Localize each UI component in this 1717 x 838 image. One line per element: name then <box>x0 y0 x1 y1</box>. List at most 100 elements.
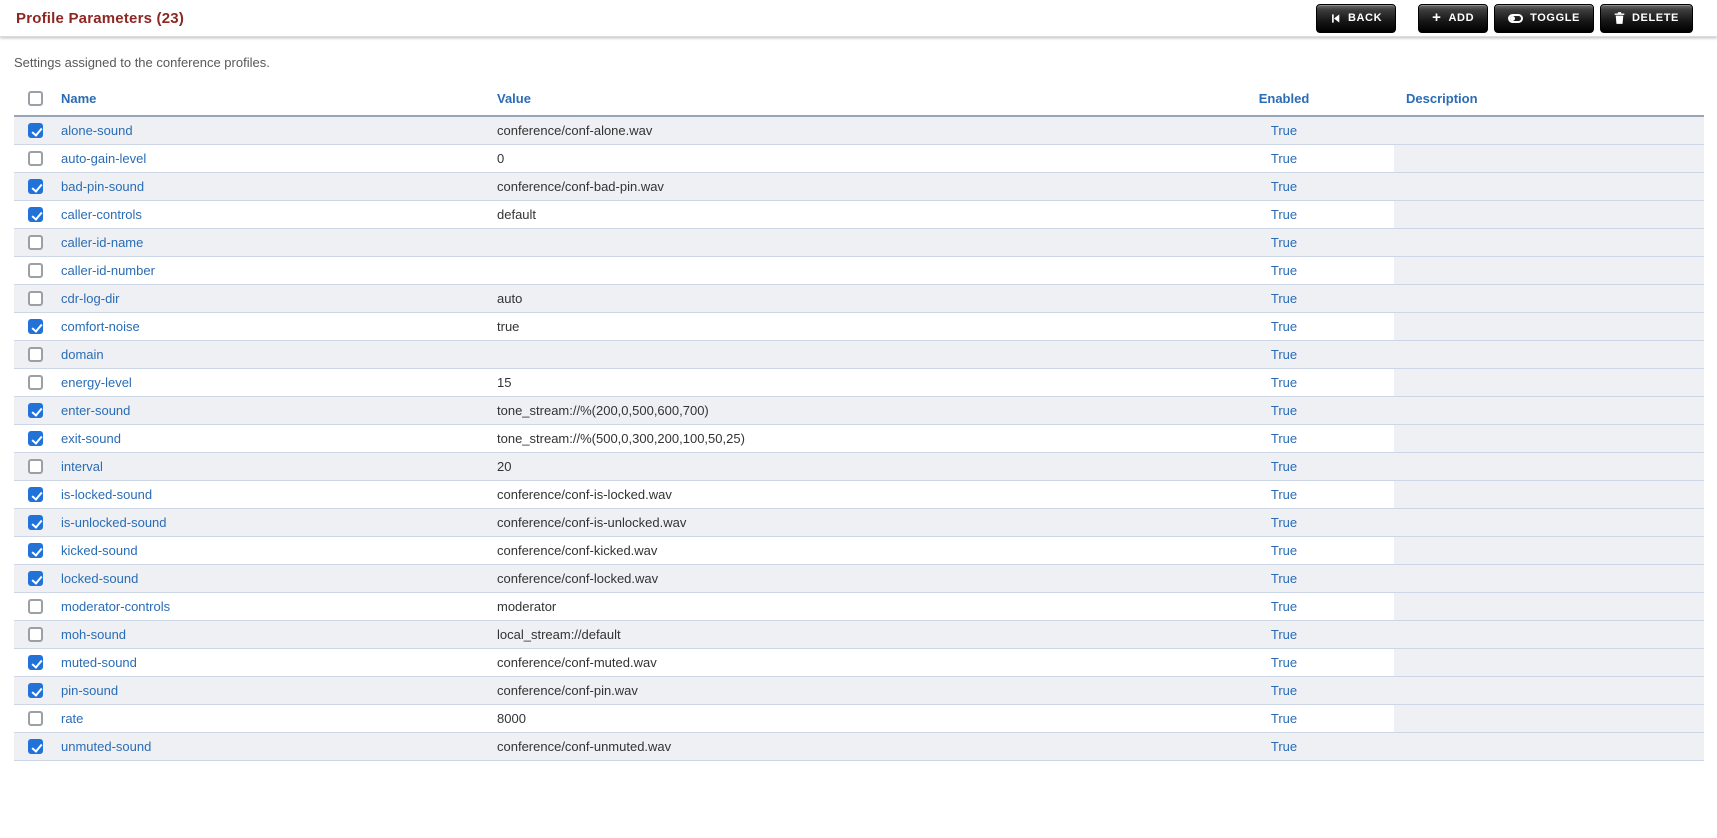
checkbox-cell <box>14 200 52 229</box>
row-checkbox[interactable] <box>28 123 43 139</box>
skip-back-icon <box>1330 13 1341 24</box>
trash-icon <box>1614 12 1625 24</box>
param-enabled: True <box>1270 318 1298 334</box>
param-name-link[interactable]: domain <box>61 347 104 362</box>
row-checkbox[interactable] <box>28 207 43 223</box>
param-value: tone_stream://%(500,0,300,200,100,50,25) <box>497 424 1174 453</box>
table-header: Name Value Enabled Description <box>14 84 1704 118</box>
back-button[interactable]: BACK <box>1315 3 1397 33</box>
param-description <box>1394 312 1704 341</box>
row-checkbox[interactable] <box>28 571 43 587</box>
select-all-checkbox[interactable] <box>28 91 43 107</box>
param-name-link[interactable]: moh-sound <box>61 627 126 642</box>
param-value: tone_stream://%(200,0,500,600,700) <box>497 396 1174 425</box>
toggle-icon <box>1508 13 1524 23</box>
param-name-link[interactable]: energy-level <box>61 375 132 390</box>
table-row: caller-controls default True <box>14 200 1704 229</box>
row-checkbox[interactable] <box>28 655 43 671</box>
row-checkbox[interactable] <box>28 235 43 251</box>
row-checkbox[interactable] <box>28 263 43 279</box>
row-checkbox[interactable] <box>28 375 43 391</box>
row-checkbox[interactable] <box>28 291 43 307</box>
checkbox-cell <box>14 228 52 257</box>
checkbox-cell <box>14 508 52 537</box>
param-enabled: True <box>1270 178 1298 194</box>
table-row: is-locked-sound conference/conf-is-locke… <box>14 480 1704 509</box>
param-description <box>1394 452 1704 481</box>
param-name-link[interactable]: caller-controls <box>61 207 142 222</box>
param-description <box>1394 676 1704 705</box>
param-value: conference/conf-unmuted.wav <box>497 732 1174 761</box>
row-checkbox[interactable] <box>28 627 43 643</box>
row-checkbox[interactable] <box>28 683 43 699</box>
param-enabled: True <box>1270 290 1298 306</box>
param-name-link[interactable]: pin-sound <box>61 683 118 698</box>
checkbox-cell <box>14 452 52 481</box>
row-checkbox[interactable] <box>28 599 43 615</box>
checkbox-cell <box>14 564 52 593</box>
param-value: conference/conf-is-unlocked.wav <box>497 508 1174 537</box>
param-name-link[interactable]: alone-sound <box>61 123 133 138</box>
param-enabled: True <box>1270 514 1298 530</box>
row-checkbox[interactable] <box>28 711 43 727</box>
page-description: Settings assigned to the conference prof… <box>14 55 270 70</box>
param-enabled: True <box>1270 598 1298 614</box>
row-checkbox[interactable] <box>28 543 43 559</box>
param-name-link[interactable]: is-locked-sound <box>61 487 152 502</box>
param-name-link[interactable]: caller-id-number <box>61 263 155 278</box>
param-enabled: True <box>1270 626 1298 642</box>
checkbox-cell <box>14 172 52 201</box>
delete-button[interactable]: DELETE <box>1600 3 1693 33</box>
param-name-link[interactable]: kicked-sound <box>61 543 138 558</box>
param-name-link[interactable]: enter-sound <box>61 403 130 418</box>
param-name-link[interactable]: muted-sound <box>61 655 137 670</box>
row-checkbox[interactable] <box>28 459 43 475</box>
row-checkbox[interactable] <box>28 739 43 755</box>
row-checkbox[interactable] <box>28 347 43 363</box>
parameters-table: Name Value Enabled Description alone-sou… <box>14 84 1704 761</box>
row-checkbox[interactable] <box>28 179 43 195</box>
checkbox-cell <box>14 592 52 621</box>
row-checkbox[interactable] <box>28 515 43 531</box>
column-header-name[interactable]: Name <box>61 91 96 106</box>
add-button[interactable]: + ADD <box>1418 3 1489 33</box>
table-row: unmuted-sound conference/conf-unmuted.wa… <box>14 732 1704 761</box>
param-name-link[interactable]: rate <box>61 711 83 726</box>
row-checkbox[interactable] <box>28 151 43 167</box>
table-row: rate 8000 True <box>14 704 1704 733</box>
checkbox-cell <box>14 620 52 649</box>
param-name-link[interactable]: moderator-controls <box>61 599 170 614</box>
param-name-link[interactable]: exit-sound <box>61 431 121 446</box>
toggle-button[interactable]: TOGGLE <box>1494 3 1594 33</box>
column-header-value[interactable]: Value <box>497 91 531 106</box>
row-checkbox[interactable] <box>28 319 43 335</box>
param-name-link[interactable]: cdr-log-dir <box>61 291 120 306</box>
param-enabled: True <box>1270 458 1298 474</box>
page-title: Profile Parameters (23) <box>16 9 185 27</box>
param-name-link[interactable]: unmuted-sound <box>61 739 151 754</box>
param-name-link[interactable]: interval <box>61 459 103 474</box>
param-value: conference/conf-muted.wav <box>497 648 1174 677</box>
param-name-link[interactable]: locked-sound <box>61 571 138 586</box>
param-name-link[interactable]: comfort-noise <box>61 319 140 334</box>
checkbox-cell <box>14 144 52 173</box>
param-enabled: True <box>1270 262 1298 278</box>
table-row: locked-sound conference/conf-locked.wav … <box>14 564 1704 593</box>
row-checkbox[interactable] <box>28 403 43 419</box>
param-enabled: True <box>1270 682 1298 698</box>
top-bar: Profile Parameters (23) BACK + ADD TOGGL… <box>0 0 1717 37</box>
param-name-link[interactable]: auto-gain-level <box>61 151 146 166</box>
column-header-description[interactable]: Description <box>1406 91 1478 106</box>
checkbox-cell <box>14 396 52 425</box>
param-enabled: True <box>1270 654 1298 670</box>
row-checkbox[interactable] <box>28 487 43 503</box>
param-name-link[interactable]: caller-id-name <box>61 235 143 250</box>
column-header-enabled[interactable]: Enabled <box>1259 91 1310 106</box>
table-row: caller-id-number True <box>14 256 1704 285</box>
param-name-link[interactable]: bad-pin-sound <box>61 179 144 194</box>
param-enabled: True <box>1270 402 1298 418</box>
row-checkbox[interactable] <box>28 431 43 447</box>
checkbox-cell <box>14 284 52 313</box>
param-name-link[interactable]: is-unlocked-sound <box>61 515 167 530</box>
param-enabled: True <box>1270 738 1298 754</box>
